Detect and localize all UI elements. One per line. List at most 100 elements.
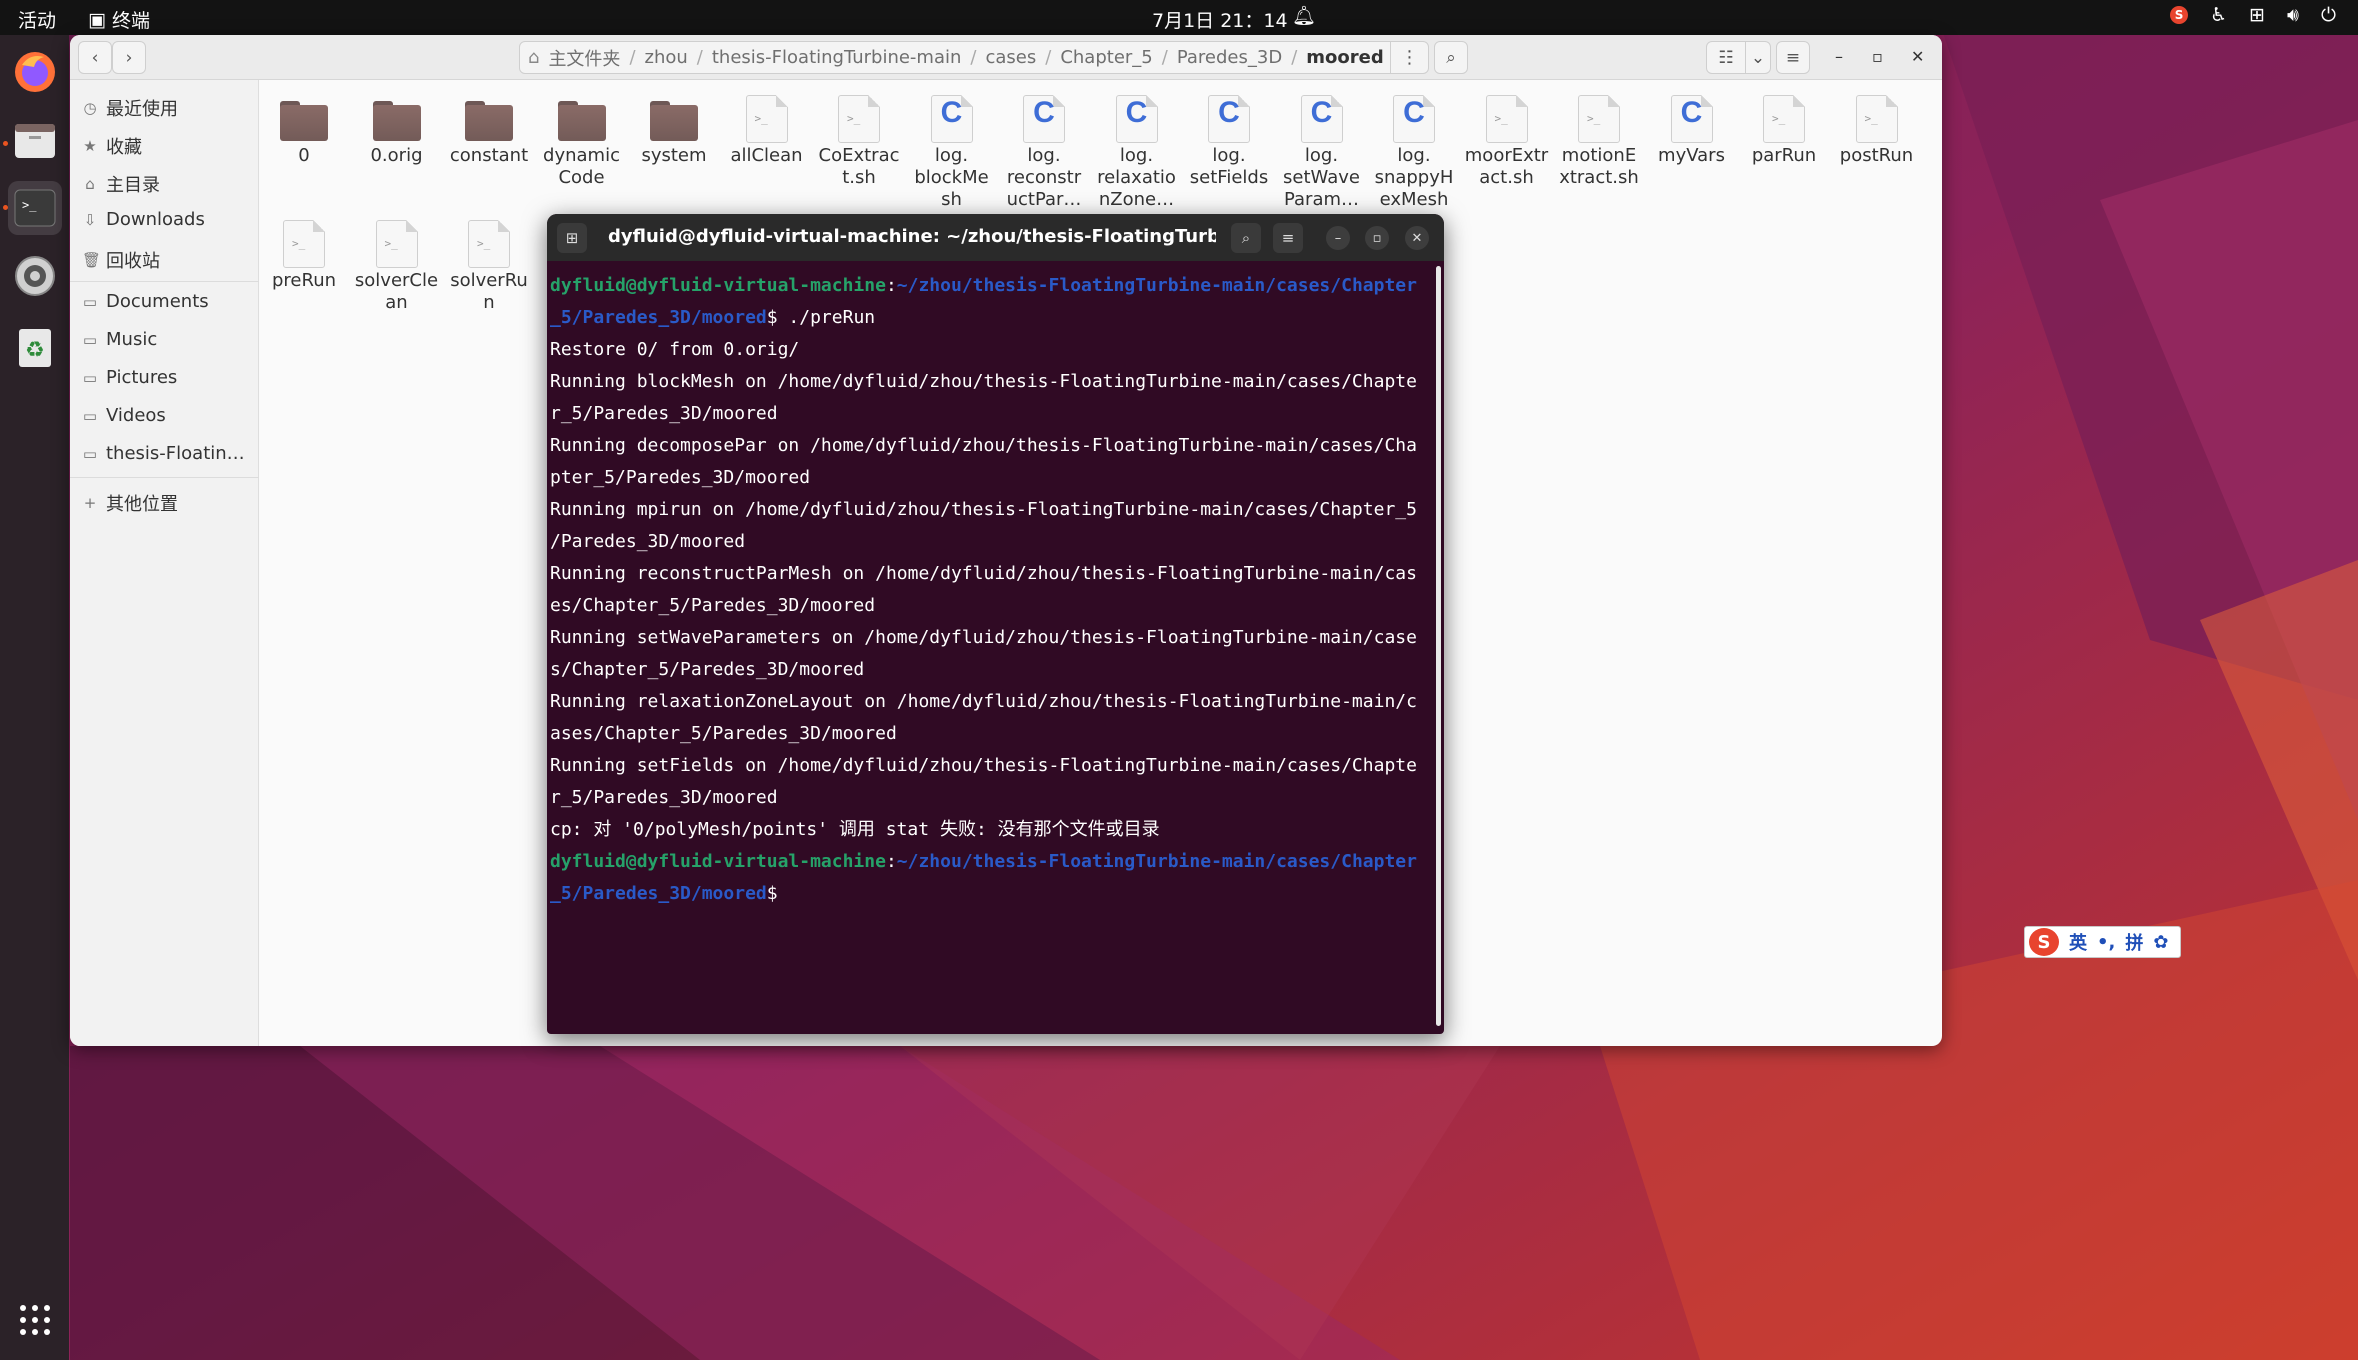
terminal-launcher[interactable]: >_ [8,181,62,235]
new-tab-icon: ⊞ [565,229,579,247]
file-item[interactable]: Clog. reconstr uctPar… [999,95,1089,211]
ime-punctuation-toggle[interactable]: •, [2097,932,2115,953]
file-item[interactable]: 0 [259,95,349,167]
c-source-file-icon: C [1113,95,1161,143]
network-icon[interactable]: ⊞ [2249,4,2265,26]
clock[interactable]: 7月1日 21：14 [1152,6,1288,33]
activities-button[interactable]: 活动 [18,6,56,33]
terminal-search-button[interactable]: ⌕ [1231,223,1261,253]
system-tray[interactable]: S ♿︎ ⊞ 🔊︎ ⏻ [2170,4,2336,26]
terminal-scrollbar[interactable] [1436,266,1441,1026]
new-tab-button[interactable]: ⊞ [557,223,587,253]
app-menu[interactable]: ▣ 终端 [88,6,150,33]
forward-button[interactable]: › [112,41,146,74]
notification-bell-icon[interactable]: 🔔︎ [1292,4,1316,27]
view-options-button[interactable]: ⌄ [1745,41,1771,74]
minimize-button[interactable]: – [1835,47,1843,66]
file-item[interactable]: >_ solverCle an [352,220,442,314]
script-file-icon: >_ [373,220,421,268]
file-item[interactable]: >_ solverRu n [444,220,534,314]
file-item[interactable]: >_ parRun [1739,95,1829,167]
sidebar-item-pictures[interactable]: ▭ Pictures [82,367,177,388]
script-file-icon: >_ [1483,95,1531,143]
terminal-close-button[interactable]: ✕ [1405,226,1429,250]
output-line: Running setFields on /home/dyfluid/zhou/… [550,755,1417,776]
ime-mode-toggle[interactable]: 拼 [2125,929,2143,955]
file-item[interactable]: >_ motionE xtract.sh [1554,95,1644,189]
file-item[interactable]: Clog. blockMe sh [907,95,997,211]
sidebar-item-other-locations[interactable]: + 其他位置 [82,490,178,516]
prompt-path: ~/zhou/thesis-FloatingTurbine-main/cases… [896,275,1417,296]
terminal-menu-button[interactable]: ≡ [1273,223,1303,253]
script-file-icon: >_ [743,95,791,143]
volume-icon[interactable]: 🔊︎ [2287,4,2299,26]
file-item[interactable]: >_ preRun [259,220,349,292]
script-file-icon: >_ [465,220,513,268]
file-item[interactable]: CmyVars [1647,95,1737,167]
script-file-icon: >_ [1760,95,1808,143]
file-item[interactable]: Clog. setFields [1184,95,1274,189]
file-item[interactable]: Clog. snappyH exMesh [1369,95,1459,211]
sidebar-item-starred[interactable]: ★ 收藏 [82,133,142,159]
sogou-logo-icon[interactable]: S [2029,928,2059,956]
file-item[interactable]: 0.orig [352,95,442,167]
sidebar-item-documents[interactable]: ▭ Documents [82,291,209,312]
sidebar-item-videos[interactable]: ▭ Videos [82,405,166,426]
output-line: r_5/Paredes_3D/moored [550,403,778,424]
file-item[interactable]: Clog. setWave Param… [1277,95,1367,211]
sidebar-item-downloads[interactable]: ⇩ Downloads [82,209,205,230]
ime-toolbar[interactable]: S 英 •, 拼 ✿ [2024,926,2181,958]
prompt-user: dyfluid@dyfluid-virtual-machine [550,275,886,296]
c-source-file-icon: C [1390,95,1438,143]
sidebar-item-label: Music [106,329,158,350]
chevron-down-icon: ⌄ [1750,47,1766,68]
sidebar-item-music[interactable]: ▭ Music [82,329,157,350]
main-menu-button[interactable]: ≡ [1776,41,1810,74]
maximize-button[interactable]: ▫ [1872,47,1883,66]
sidebar-item-thesis[interactable]: ▭ thesis-Floatin… [82,443,245,464]
sidebar-item-home[interactable]: ⌂ 主目录 [82,171,160,197]
file-name: postRun [1839,145,1914,166]
terminal-minimize-button[interactable]: – [1326,226,1350,250]
breadcrumb-zhou[interactable]: zhou [636,47,697,68]
trash-launcher[interactable]: ♻ [8,320,62,374]
breadcrumb-moored[interactable]: moored [1297,47,1392,68]
file-item[interactable]: >_ allClean [722,95,812,167]
path-menu-button[interactable]: ⋮ [1390,42,1428,73]
breadcrumb-paredes3d[interactable]: Paredes_3D [1168,47,1291,68]
script-file-icon: >_ [835,95,883,143]
file-item[interactable]: constant [444,95,534,167]
breadcrumb-thesis[interactable]: thesis-FloatingTurbine-main [703,47,971,68]
sogou-tray-icon[interactable]: S [2170,6,2189,24]
settings-launcher[interactable] [8,249,62,303]
files-launcher[interactable] [8,113,62,167]
sidebar-item-label: 主目录 [106,175,160,196]
sidebar-divider [70,281,259,282]
search-button[interactable]: ⌕ [1434,41,1468,74]
ime-language-toggle[interactable]: 英 [2069,929,2087,955]
file-item[interactable]: Clog. relaxatio nZone… [1092,95,1182,211]
back-button[interactable]: ‹ [78,41,112,74]
firefox-launcher[interactable] [8,45,62,99]
power-icon[interactable]: ⏻ [2321,4,2336,26]
prompt-line: dyfluid@dyfluid-virtual-machine:~/zhou/t… [550,275,1417,296]
sidebar-item-recent[interactable]: ◷ 最近使用 [82,95,178,121]
terminal-output[interactable]: dyfluid@dyfluid-virtual-machine:~/zhou/t… [550,270,1430,1030]
file-item[interactable]: system [629,95,719,167]
view-list-button[interactable]: ☷ [1706,41,1746,74]
file-item[interactable]: dynamic Code [537,95,627,189]
file-item[interactable]: >_ postRun [1832,95,1922,167]
file-item[interactable]: >_ moorExtr act.sh [1462,95,1552,189]
breadcrumb-chapter5[interactable]: Chapter_5 [1051,47,1161,68]
file-name: log. setWave Param… [1283,145,1360,210]
ime-settings-icon[interactable]: ✿ [2153,932,2168,953]
show-apps-button[interactable] [8,1293,62,1347]
breadcrumb-cases[interactable]: cases [976,47,1045,68]
file-item[interactable]: >_ CoExtrac t.sh [814,95,904,189]
breadcrumb-home[interactable]: 主文件夹 [539,45,629,71]
terminal-maximize-button[interactable]: ▫ [1365,226,1389,250]
sidebar-item-trash[interactable]: 🗑︎ 回收站 [82,247,160,273]
close-button[interactable]: ✕ [1911,47,1924,66]
accessibility-icon[interactable]: ♿︎ [2210,4,2227,26]
output-line: Running mpirun on /home/dyfluid/zhou/the… [550,499,1417,520]
